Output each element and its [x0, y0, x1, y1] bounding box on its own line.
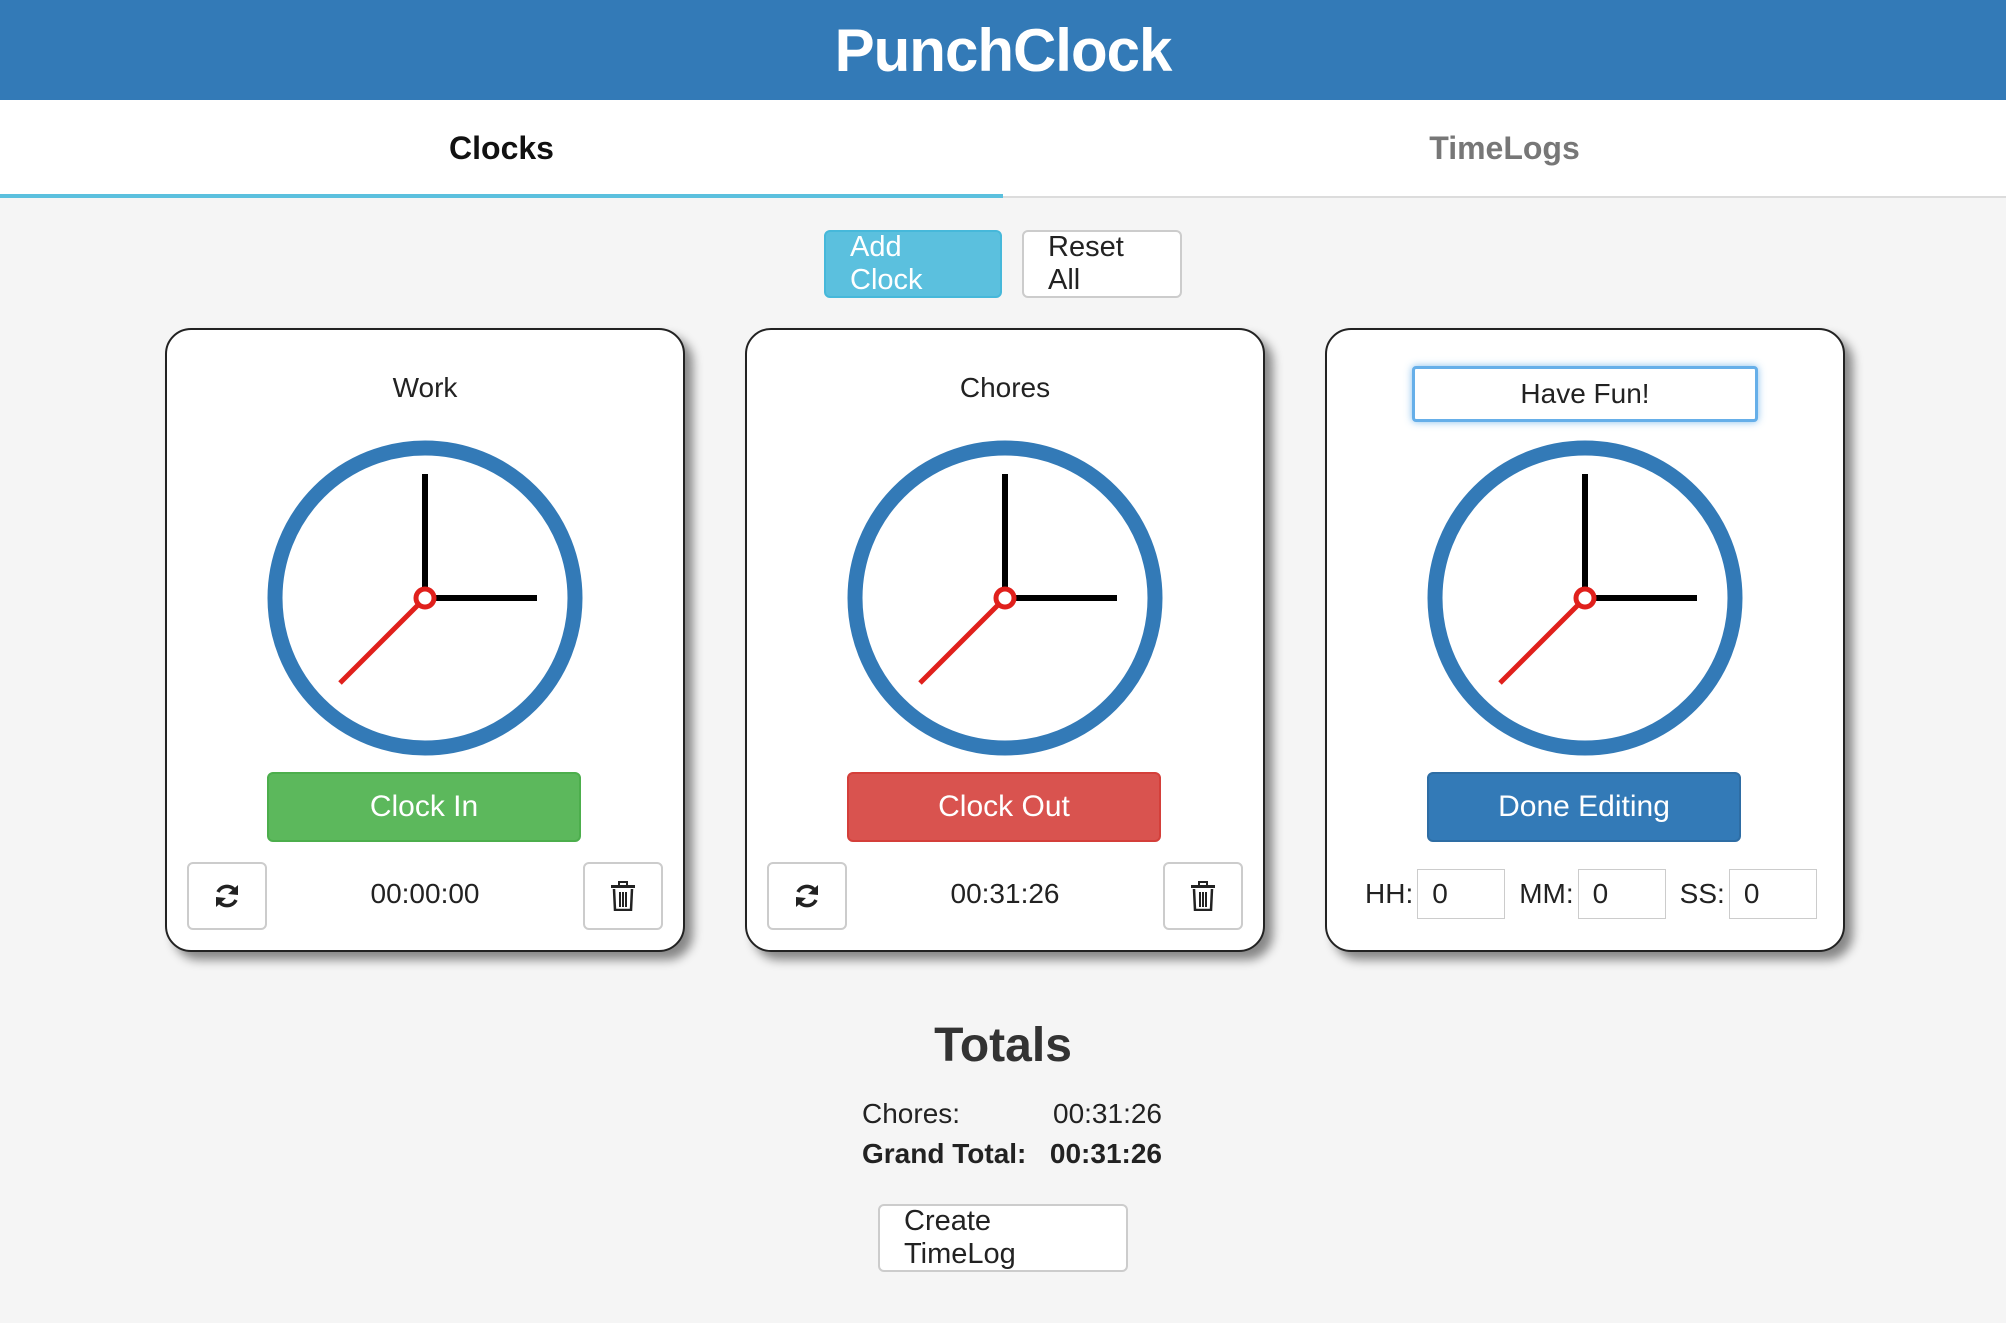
toolbar: Add Clock Reset All: [0, 230, 2006, 298]
hh-label: HH:: [1365, 878, 1414, 909]
clock-name: Chores: [959, 372, 1051, 403]
clock-name: Work: [392, 372, 458, 403]
reset-all-button[interactable]: Reset All: [1022, 230, 1182, 298]
totals-heading: Totals: [934, 1019, 1072, 1072]
delete-clock-button[interactable]: [1163, 862, 1243, 930]
done-editing-button[interactable]: Done Editing: [1427, 772, 1741, 842]
clock-center: [993, 586, 1017, 610]
totals-row: Chores: 00:31:26: [862, 1094, 1162, 1134]
tab-bar: Clocks TimeLogs: [0, 100, 2006, 198]
tab-timelogs[interactable]: TimeLogs: [1003, 100, 2006, 196]
clock-center: [1573, 586, 1597, 610]
time-edit-fields: HH: MM: SS:: [1365, 868, 1817, 920]
clock-center: [413, 586, 437, 610]
clock-card-work: Work Clock In 00:00:00: [165, 328, 685, 952]
clock-card-have-fun: Done Editing HH: MM: SS:: [1325, 328, 1845, 952]
app-header: PunchClock: [0, 0, 2006, 100]
grand-total-value: 00:31:26: [1049, 1138, 1162, 1169]
delete-clock-button[interactable]: [583, 862, 663, 930]
hours-input[interactable]: [1417, 869, 1506, 919]
add-clock-button[interactable]: Add Clock: [824, 230, 1002, 298]
clock-face: [1427, 440, 1743, 756]
clock-in-button[interactable]: Clock In: [267, 772, 581, 842]
grand-total-row: Grand Total: 00:31:26: [862, 1134, 1162, 1174]
clock-out-button[interactable]: Clock Out: [847, 772, 1161, 842]
trash-icon: [611, 881, 635, 911]
totals-row-value: 00:31:26: [1053, 1098, 1162, 1129]
clock-card-chores: Chores Clock Out 00:31:26: [745, 328, 1265, 952]
create-timelog-button[interactable]: Create TimeLog: [878, 1204, 1128, 1272]
trash-icon: [1191, 881, 1215, 911]
ss-label: SS:: [1679, 878, 1725, 909]
clock-name-input[interactable]: [1412, 366, 1758, 422]
seconds-input[interactable]: [1728, 869, 1817, 919]
totals-table: Chores: 00:31:26 Grand Total: 00:31:26: [862, 1094, 1162, 1174]
totals-row-label: Chores:: [862, 1098, 961, 1129]
mm-label: MM:: [1519, 878, 1574, 909]
minutes-input[interactable]: [1577, 869, 1666, 919]
clock-face: [267, 440, 583, 756]
clock-face: [847, 440, 1163, 756]
tab-clocks[interactable]: Clocks: [0, 100, 1003, 198]
app-title: PunchClock: [834, 16, 1173, 84]
grand-total-label: Grand Total:: [862, 1138, 1027, 1169]
